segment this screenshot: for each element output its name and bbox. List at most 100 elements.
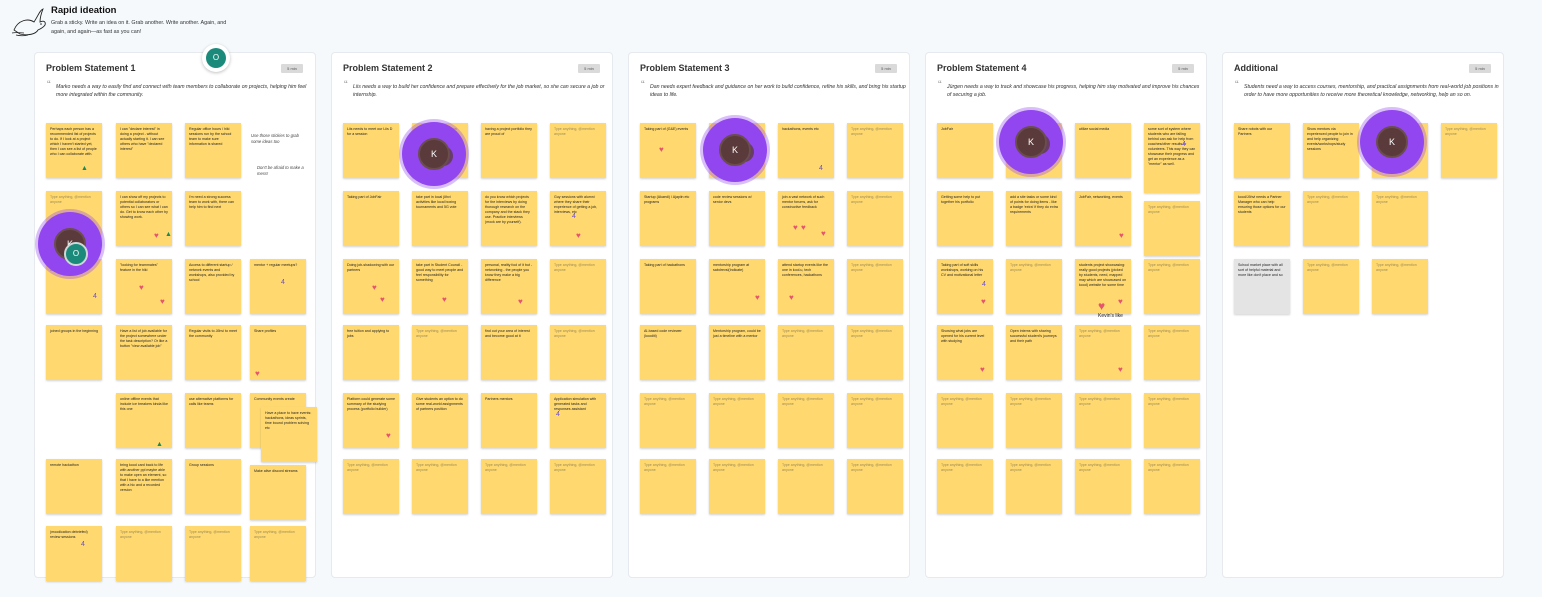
sticky-note[interactable]: having a project portfolio they are prou… [481, 123, 537, 178]
sticky-note[interactable]: I'm need a strong success team to work w… [185, 191, 241, 246]
sticky-note[interactable]: Type anything, @mention anyone [185, 526, 241, 581]
sticky-note[interactable]: Doing job-shadowing with our partners [343, 259, 399, 314]
sticky-note[interactable]: Make alive discord streams [250, 465, 306, 520]
sticky-note[interactable]: Startup (Akaedi) / Ajapiin etc programs [640, 191, 696, 246]
sticky-note[interactable]: Type anything, @mention anyone [1303, 259, 1359, 314]
sticky-note[interactable]: Type anything, @mention anyone [1144, 201, 1200, 256]
sticky-note[interactable]: Type anything, @mention anyone [550, 259, 606, 314]
heart-reaction-icon[interactable]: ♥ [442, 295, 447, 304]
sticky-note[interactable]: Regular office hours / hiki sessions run… [185, 123, 241, 178]
sticky-note[interactable]: Type anything, @mention anyone [709, 459, 765, 514]
sticky-note[interactable]: Access to different startup / network ev… [185, 259, 241, 314]
sticky-note[interactable]: find out your area of interest and becom… [481, 325, 537, 380]
sticky-note[interactable]: Type anything, @mention anyone [116, 526, 172, 581]
sticky-note[interactable]: Getting some help to put together his po… [937, 191, 993, 246]
sticky-note[interactable]: some sort of system where students who a… [1144, 123, 1200, 193]
sticky-note[interactable]: Type anything, @mention anyone [412, 325, 468, 380]
timer-tag[interactable]: 5 min [875, 64, 897, 73]
collaborator-cursor-avatar[interactable]: K [999, 110, 1063, 174]
sticky-note[interactable]: Application simulation with generated ta… [550, 393, 606, 448]
sticky-note[interactable]: Type anything, @mention anyone [709, 393, 765, 448]
sticky-note[interactable]: Type anything, @mention anyone [481, 459, 537, 514]
sticky-note[interactable]: Type anything, @mention anyone [1303, 191, 1359, 246]
sticky-note[interactable]: Type anything, @mention anyone [1441, 123, 1497, 178]
sticky-note[interactable]: mentorship program at sabdrevsl(Indicate… [709, 259, 765, 314]
sticky-note[interactable]: Type anything, @mention anyone [250, 526, 306, 581]
sticky-note[interactable]: Type anything, @mention anyone [847, 325, 903, 380]
sticky-note[interactable]: Taking part of JobFair [343, 191, 399, 246]
sticky-note[interactable]: take part in Student Council - good way … [412, 259, 468, 314]
sticky-note[interactable]: code review sessions w/ senior devs [709, 191, 765, 246]
sticky-note[interactable]: Perhaps each person has a recommended li… [46, 123, 102, 178]
sticky-note[interactable]: use alternative platforms for calls like… [185, 393, 241, 448]
timer-tag[interactable]: 5 min [281, 64, 303, 73]
sticky-note[interactable]: JobFair [937, 123, 993, 178]
heart-reaction-icon[interactable]: ♥ [518, 297, 523, 306]
heart-reaction-icon[interactable]: ♥ [380, 295, 385, 304]
collaborator-cursor-avatar[interactable]: K [703, 118, 767, 182]
sticky-note[interactable]: Share robots with our Partners [1234, 123, 1290, 178]
sticky-note[interactable]: Type anything, @mention anyone [847, 191, 903, 246]
heart-reaction-icon[interactable]: ♥ [1098, 299, 1105, 313]
sticky-note[interactable]: Liis needs to meet our Liis D for a sess… [343, 123, 399, 178]
sticky-note[interactable]: Type anything, @mention anyone [847, 259, 903, 314]
sticky-note[interactable]: Type anything, @mention anyone [1372, 259, 1428, 314]
heart-reaction-icon[interactable]: ♥ [659, 145, 664, 154]
sticky-note[interactable]: bring kood card back to life with anothe… [116, 459, 172, 514]
sticky-note[interactable]: AI-based code reviewer (kooditi) [640, 325, 696, 380]
sticky-note[interactable]: Type anything, @mention anyone [778, 393, 834, 448]
sticky-note[interactable]: remote hackathon [46, 459, 102, 514]
sticky-note[interactable]: Type anything, @mention anyone [640, 459, 696, 514]
timer-tag[interactable]: 5 min [578, 64, 600, 73]
collaborator-avatar[interactable]: O [64, 242, 88, 266]
sticky-note[interactable]: Type anything, @mention anyone [1144, 459, 1200, 514]
collaborator-avatar[interactable]: O [202, 44, 230, 72]
sticky-note[interactable]: personal, reality fool of it but - netwo… [481, 259, 537, 314]
timer-tag[interactable]: 5 min [1172, 64, 1194, 73]
heart-reaction-icon[interactable]: ♥ [1118, 297, 1123, 306]
sticky-note[interactable]: (moodication debriefed) review sessions [46, 526, 102, 581]
heart-reaction-icon[interactable]: ♥ [1119, 231, 1124, 240]
sticky-note[interactable]: Type anything, @mention anyone [1144, 393, 1200, 448]
sticky-note[interactable]: Type anything, @mention anyone [1006, 393, 1062, 448]
sticky-note[interactable]: Type anything, @mention anyone [1144, 259, 1200, 314]
sticky-note[interactable]: online offline events that include ice b… [116, 393, 172, 448]
sticky-note[interactable]: Type anything, @mention anyone [412, 459, 468, 514]
sticky-note[interactable]: Type anything, @mention anyone [550, 325, 606, 380]
heart-reaction-icon[interactable]: ♥ [255, 369, 260, 378]
sticky-note[interactable]: I can show off my projects to potential … [116, 191, 172, 246]
sticky-note[interactable]: Type anything, @mention anyone [1372, 191, 1428, 246]
column-problem-statement-4[interactable]: Problem Statement 4 5 min Jürgen needs a… [925, 52, 1207, 578]
sticky-note[interactable]: School market place with all sort of hel… [1234, 259, 1290, 314]
sticky-note[interactable]: Type anything, @mention anyone [847, 393, 903, 448]
sticky-note[interactable]: Type anything, @mention anyone [550, 459, 606, 514]
heart-reaction-icon[interactable]: ♥ [801, 223, 806, 232]
sticky-note[interactable]: Show mentors via experienced people to j… [1303, 123, 1359, 178]
sticky-note[interactable]: Type anything, @mention anyone [343, 459, 399, 514]
sticky-note[interactable]: kood/Jõhvi needs a Partner Manager who c… [1234, 191, 1290, 246]
sticky-note[interactable]: do you know which projects for the inter… [481, 191, 537, 246]
sticky-note[interactable]: Have a list of job available for the pro… [116, 325, 172, 380]
sticky-note[interactable]: Type anything, @mention anyone [640, 393, 696, 448]
heart-reaction-icon[interactable]: ♥ [981, 297, 986, 306]
heart-reaction-icon[interactable]: ♥ [789, 293, 794, 302]
sticky-note[interactable]: Open interns with sharing successful stu… [1006, 325, 1062, 380]
heart-reaction-icon[interactable]: ♥ [793, 223, 798, 232]
sticky-note[interactable]: hackathons, events etc [778, 123, 834, 178]
heart-reaction-icon[interactable]: ♥ [154, 231, 159, 240]
sticky-note[interactable]: mentor + regular meetups? [250, 259, 306, 314]
sticky-note[interactable]: Mentorship program, could be just a time… [709, 325, 765, 380]
heart-reaction-icon[interactable]: ♥ [139, 283, 144, 292]
sticky-note[interactable]: Type anything, @mention anyone [1006, 459, 1062, 514]
sticky-note[interactable]: Type anything, @mention anyone [778, 459, 834, 514]
sticky-note[interactable]: Type anything, @mention anyone [550, 123, 606, 178]
heart-reaction-icon[interactable]: ♥ [576, 231, 581, 240]
sticky-note[interactable]: Type anything, @mention anyone [1075, 459, 1131, 514]
sticky-note[interactable]: Give students an option to do some real-… [412, 393, 468, 448]
sticky-note[interactable]: utilize social media [1075, 123, 1131, 178]
sticky-note[interactable]: Have a place to have events: hackathons,… [261, 407, 317, 462]
sticky-note[interactable]: I can "declare interest" in doing a proj… [116, 123, 172, 178]
heart-reaction-icon[interactable]: ♥ [755, 293, 760, 302]
sticky-note[interactable]: Type anything, @mention anyone [847, 123, 903, 178]
sticky-note[interactable]: Taking part of (G&E) events [640, 123, 696, 178]
